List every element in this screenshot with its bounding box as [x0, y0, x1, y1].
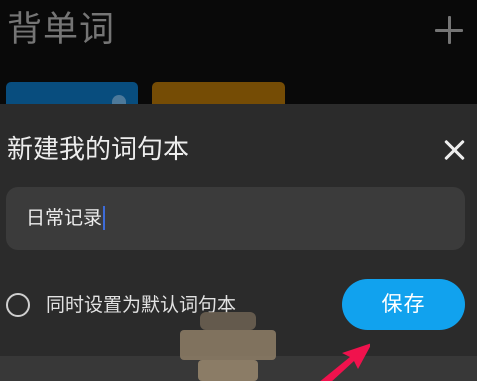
screen: 背单词 新建我的词句本 日常记录 同时设置为默认词句本 保存 — [0, 0, 477, 381]
save-button[interactable]: 保存 — [342, 279, 465, 330]
set-default-radio[interactable] — [6, 293, 30, 317]
blurred-region — [180, 312, 276, 381]
wordbook-name-value-wrap: 日常记录 — [26, 205, 106, 231]
pointer-arrow-icon — [320, 343, 370, 381]
wordbook-name-value: 日常记录 — [26, 207, 103, 229]
close-icon[interactable] — [443, 139, 465, 161]
text-caret — [103, 206, 106, 230]
wordbook-name-input[interactable]: 日常记录 — [6, 187, 465, 250]
dialog-title: 新建我的词句本 — [7, 135, 190, 165]
